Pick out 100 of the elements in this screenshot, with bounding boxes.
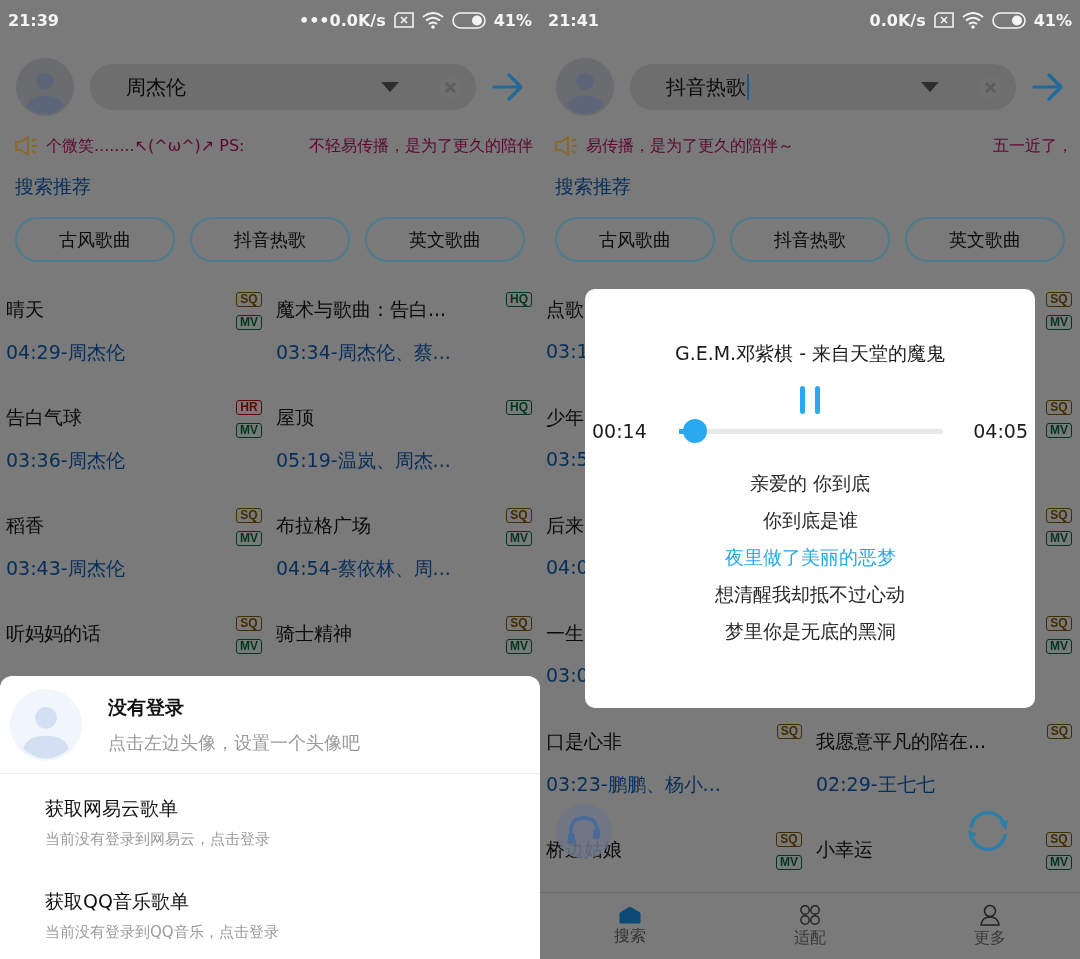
song-title[interactable]: 骑士精神 (276, 621, 352, 647)
speaker-icon (14, 135, 38, 157)
song-duration-artist: 03:34-周杰伦、蔡... (276, 340, 451, 365)
song-duration-artist: 03:36-周杰伦 (6, 448, 125, 473)
song-duration-artist: 02:29-王七七 (816, 772, 935, 797)
quality-tag: SQ (1046, 508, 1072, 523)
quality-tag: SQ (1046, 616, 1072, 631)
search-field[interactable]: 抖音热歌 (630, 64, 1016, 110)
announcement-text: 五一近了， (993, 135, 1073, 157)
tag-chip[interactable]: 英文歌曲 (905, 217, 1065, 262)
apps-icon (799, 903, 821, 926)
song-duration-artist: 05:19-温岚、周杰... (276, 448, 451, 473)
login-status: 没有登录 (108, 694, 185, 720)
quality-tag: MV (506, 639, 532, 654)
avatar-icon[interactable] (16, 58, 74, 116)
quality-tag: MV (1046, 423, 1072, 438)
song-title[interactable]: 魔术与歌曲：告白... (276, 297, 447, 323)
song-title[interactable]: 口是心非 (546, 729, 622, 755)
quality-tag: MV (1046, 855, 1072, 870)
song-duration-artist: 04:54-蔡依林、周... (276, 556, 451, 581)
avatar-icon[interactable] (10, 688, 82, 761)
announcement-text: 不轻易传播，是为了更久的陪伴 (309, 135, 533, 157)
pause-icon[interactable] (798, 385, 822, 415)
progress-slider[interactable] (678, 419, 944, 443)
lyric-line: 梦里你是无底的黑洞 (724, 619, 896, 644)
quality-tag: SQ (1046, 724, 1072, 739)
quality-tag: MV (1046, 639, 1072, 654)
song-title[interactable]: 后来 (546, 513, 584, 539)
lyric-line: 想清醒我却抵不过心动 (715, 582, 905, 607)
section-title: 搜索推荐 (555, 174, 631, 199)
song-title[interactable]: 点歌 (546, 297, 584, 323)
lyric-line: 你到底是谁 (762, 508, 858, 533)
search-field[interactable]: 周杰伦 (90, 64, 476, 110)
song-title[interactable]: 屋顶 (276, 405, 314, 431)
network-speed: •••0.0K/s (298, 10, 386, 30)
tag-chip[interactable]: 古风歌曲 (15, 217, 175, 262)
song-title[interactable]: 一生 (546, 621, 584, 647)
sim-icon (393, 12, 414, 28)
song-title[interactable]: 布拉格广场 (276, 513, 371, 539)
song-title[interactable]: 少年 (546, 405, 584, 431)
elapsed-time: 00:14 (592, 420, 647, 442)
song-title[interactable]: 桥边姑娘 (546, 837, 622, 863)
battery-level: 41% (1033, 10, 1072, 30)
quality-tag: SQ (776, 724, 802, 739)
battery-level: 41% (493, 10, 532, 30)
refresh-button[interactable] (966, 810, 1010, 852)
quality-tag: MV (776, 855, 802, 870)
menu-item-hint: 当前没有登录到网易云，点击登录 (45, 830, 270, 849)
sim-icon (933, 12, 954, 28)
wifi-icon (421, 11, 444, 29)
dropdown-icon[interactable] (921, 82, 939, 92)
nav-tab[interactable]: 搜索 (540, 893, 720, 959)
song-title: G.E.M.邓紫棋 - 来自天堂的魔鬼 (674, 341, 946, 366)
quality-tag: HQ (506, 292, 532, 307)
menu-item-hint: 当前没有登录到QQ音乐，点击登录 (45, 923, 279, 942)
status-time: 21:39 (8, 10, 59, 30)
menu-item[interactable]: 获取网易云歌单 (45, 796, 178, 822)
quality-tag: SQ (236, 616, 262, 631)
quality-tag: MV (236, 639, 262, 654)
song-title[interactable]: 晴天 (6, 297, 44, 323)
home-icon (619, 905, 641, 924)
song-title[interactable]: 告白气球 (6, 405, 82, 431)
login-hint: 点击左边头像，设置一个头像吧 (108, 730, 360, 755)
song-duration-artist: 03:43-周杰伦 (6, 556, 125, 581)
network-speed: 0.0K/s (869, 10, 926, 30)
song-duration-artist: 03:23-鹏鹏、杨小... (546, 772, 721, 797)
dropdown-icon[interactable] (381, 82, 399, 92)
tag-chip[interactable]: 古风歌曲 (555, 217, 715, 262)
avatar-icon[interactable] (556, 58, 614, 116)
song-title[interactable]: 稻香 (6, 513, 44, 539)
quality-tag: SQ (236, 292, 262, 307)
song-title[interactable]: 小幸运 (816, 837, 873, 863)
quality-tag: HQ (506, 400, 532, 415)
arrow-right-icon[interactable] (492, 72, 524, 102)
tag-chip[interactable]: 英文歌曲 (365, 217, 525, 262)
announcement-text: 个微笑........↖(^ω^)↗ PS: (46, 135, 245, 157)
total-time: 04:05 (973, 420, 1028, 442)
lyric-line: 亲爱的 你到底 (749, 471, 870, 496)
quality-tag: SQ (776, 832, 802, 847)
quality-tag: MV (1046, 315, 1072, 330)
song-title[interactable]: 听妈妈的话 (6, 621, 101, 647)
arrow-right-icon[interactable] (1032, 72, 1064, 102)
speaker-icon (554, 135, 578, 157)
quality-tag: HR (236, 400, 262, 415)
quality-tag: SQ (1046, 400, 1072, 415)
lyric-line: 夜里做了美丽的恶梦 (724, 545, 896, 570)
battery-icon (991, 11, 1026, 29)
quality-tag: SQ (1046, 292, 1072, 307)
quality-tag: SQ (236, 508, 262, 523)
status-time: 21:41 (548, 10, 599, 30)
nav-tab[interactable]: 适配 (720, 893, 900, 959)
menu-item[interactable]: 获取QQ音乐歌单 (45, 889, 189, 915)
tag-chip[interactable]: 抖音热歌 (730, 217, 890, 262)
battery-icon (451, 11, 486, 29)
nav-tab[interactable]: 更多 (900, 893, 1080, 959)
quality-tag: MV (506, 531, 532, 546)
section-title: 搜索推荐 (15, 174, 91, 199)
song-title[interactable]: 我愿意平凡的陪在... (816, 729, 987, 755)
quality-tag: SQ (1046, 832, 1072, 847)
tag-chip[interactable]: 抖音热歌 (190, 217, 350, 262)
